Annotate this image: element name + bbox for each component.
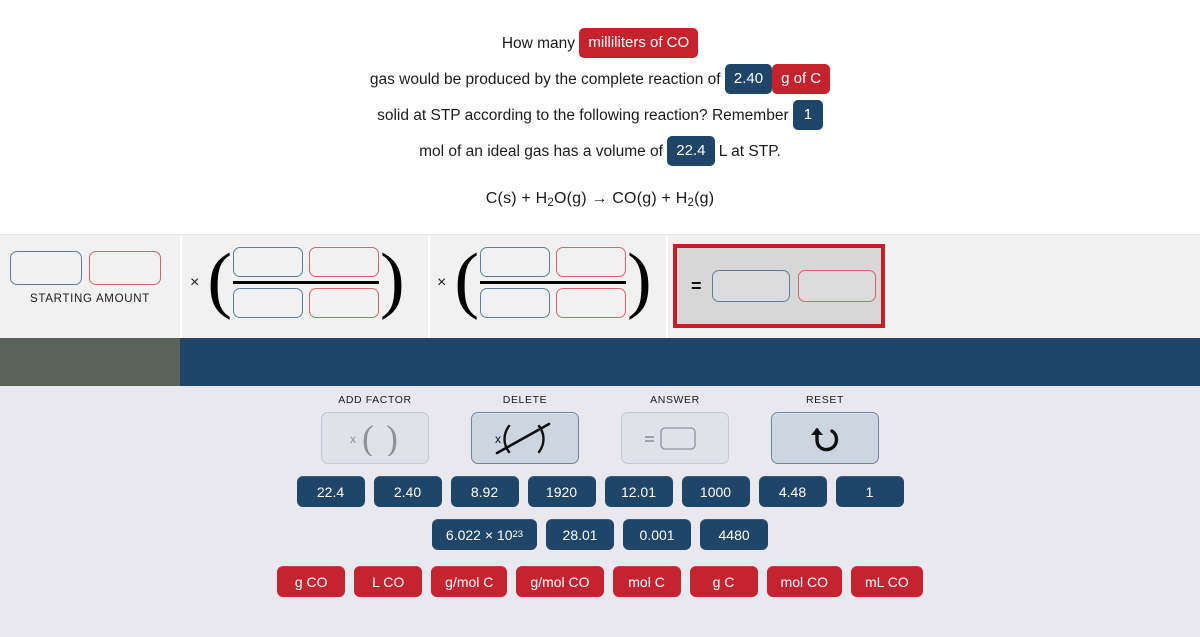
factor2-numerator-unit-slot[interactable] — [556, 247, 626, 277]
equation-part: (g) — [694, 190, 715, 207]
unit-tile[interactable]: g/mol CO — [516, 566, 604, 597]
unit-tile[interactable]: g CO — [277, 566, 346, 597]
tool-add-factor: ADD FACTOR x ( ) — [321, 394, 429, 464]
number-tile[interactable]: 1920 — [527, 476, 596, 507]
unit-tile[interactable]: mol C — [612, 566, 681, 597]
svg-text:x: x — [495, 432, 501, 446]
unit-tile[interactable]: g/mol C — [431, 566, 508, 597]
chip-milliliters-of-co: milliliters of CO — [579, 27, 699, 58]
equation-subscript: 2 — [547, 197, 554, 210]
multiply-symbol: × — [190, 273, 200, 291]
reset-undo-icon — [811, 428, 839, 452]
starting-amount-value-slot[interactable] — [10, 251, 82, 285]
avogadro-base: 6.022 × 10 — [445, 526, 513, 543]
factor2-numerator-value-slot[interactable] — [480, 247, 550, 277]
starting-amount-unit-slot[interactable] — [89, 251, 161, 285]
tool-delete: DELETE x — [471, 394, 579, 464]
tool-answer: ANSWER — [621, 394, 729, 464]
tool-label-delete: DELETE — [502, 394, 548, 406]
number-tile-avogadro[interactable]: 6.022 × 10 23 — [431, 519, 538, 550]
unit-tile[interactable]: L CO — [354, 566, 423, 597]
answer-icon — [645, 427, 696, 450]
question-fragment: mol of an — [419, 143, 488, 160]
chemical-equation: C(s) + H2O(g) → CO(g) + H2(g) — [0, 190, 1200, 209]
tool-label-reset: RESET — [805, 394, 844, 406]
tool-button-row: ADD FACTOR x ( ) DELETE x ANSWER RESET — [0, 386, 1200, 464]
workspace-divider — [428, 235, 430, 338]
question-fragment: L at STP. — [714, 143, 781, 160]
color-band-right — [180, 338, 1200, 386]
tool-label-add-factor: ADD FACTOR — [338, 394, 412, 406]
number-tile[interactable]: 2.40 — [373, 476, 442, 507]
factor1-denominator-unit-slot[interactable] — [309, 288, 379, 318]
chip-g-of-c: g of C — [772, 63, 831, 94]
tool-panel: ADD FACTOR x ( ) DELETE x ANSWER RESET 2… — [0, 386, 1200, 637]
tool-label-answer: ANSWER — [650, 394, 700, 406]
conversion-factor-2: × ( ) — [437, 238, 652, 321]
equation-part: O(g) — [554, 190, 592, 207]
color-band-left — [0, 338, 180, 386]
chip-one-mol: 1 — [792, 99, 823, 130]
question-fragment: solid at STP according to the following … — [377, 107, 793, 124]
number-tile[interactable]: 8.92 — [450, 476, 519, 507]
question-section: How many milliliters of CO gas would be … — [0, 0, 1200, 234]
question-text: How many milliliters of CO gas would be … — [300, 0, 900, 170]
answer-button[interactable] — [621, 412, 729, 464]
delete-factor-icon: x — [495, 422, 551, 455]
starting-amount-label: STARTING AMOUNT — [30, 293, 150, 305]
dimensional-analysis-workspace: STARTING AMOUNT × ( ) × () = — [0, 234, 1200, 338]
fraction-1 — [233, 247, 379, 318]
number-tile[interactable]: 1000 — [681, 476, 750, 507]
factor1-numerator-value-slot[interactable] — [233, 247, 303, 277]
tool-reset: RESET — [771, 394, 879, 464]
equation-part: CO(g) + H — [607, 190, 688, 207]
fraction-bar — [233, 281, 379, 284]
reaction-arrow-icon: → — [591, 190, 608, 207]
question-fragment: How many — [501, 35, 580, 52]
number-tile[interactable]: 4480 — [700, 519, 769, 550]
unit-tile[interactable]: g C — [689, 566, 758, 597]
answer-value-slot[interactable] — [711, 270, 790, 302]
add-factor-button[interactable]: x ( ) — [321, 412, 429, 464]
unit-tile[interactable]: mol CO — [766, 566, 842, 597]
number-tile[interactable]: 12.01 — [604, 476, 673, 507]
answer-panel[interactable]: = — [673, 244, 885, 328]
number-tile[interactable]: 22.4 — [296, 476, 365, 507]
question-fragment: gas would be produced by the complete re… — [369, 71, 725, 88]
conversion-factor-1: × ( ) — [190, 238, 405, 321]
reset-button[interactable] — [771, 412, 879, 464]
chip-molar-volume: 22.4 — [667, 135, 715, 166]
section-color-bar — [0, 338, 1200, 386]
unit-tile-row: g CO L CO g/mol C g/mol CO mol C g C mol… — [0, 566, 1200, 597]
number-tile-row-2: 6.022 × 10 23 28.01 0.001 4480 — [0, 519, 1200, 550]
delete-button[interactable]: x — [471, 412, 579, 464]
unit-tile[interactable]: mL CO — [850, 566, 923, 597]
equals-symbol: = — [691, 275, 702, 296]
workspace-divider — [666, 235, 668, 338]
factor1-denominator-value-slot[interactable] — [233, 288, 303, 318]
factor2-denominator-unit-slot[interactable] — [556, 288, 626, 318]
multiply-symbol: × — [437, 273, 447, 291]
equation-part: C(s) + H — [485, 190, 548, 207]
chip-mass-value: 2.40 — [724, 63, 773, 94]
svg-text:x: x — [350, 432, 356, 446]
number-tile[interactable]: 4.48 — [758, 476, 827, 507]
number-tile[interactable]: 28.01 — [546, 519, 615, 550]
fraction-2 — [480, 247, 626, 318]
workspace-divider — [180, 235, 182, 338]
number-tile[interactable]: 1 — [835, 476, 904, 507]
starting-amount-group: STARTING AMOUNT — [10, 251, 170, 305]
factor1-numerator-unit-slot[interactable] — [309, 247, 379, 277]
number-tile-row-1: 22.4 2.40 8.92 1920 12.01 1000 4.48 1 — [0, 476, 1200, 507]
fraction-bar — [480, 281, 626, 284]
question-fragment: ideal gas has a volume of — [487, 143, 668, 160]
factor2-denominator-value-slot[interactable] — [480, 288, 550, 318]
answer-unit-slot[interactable] — [797, 270, 876, 302]
svg-text:): ) — [386, 420, 398, 456]
add-factor-icon: x ( ) — [350, 420, 398, 456]
number-tile[interactable]: 0.001 — [623, 519, 692, 550]
svg-text:(: ( — [362, 420, 374, 456]
